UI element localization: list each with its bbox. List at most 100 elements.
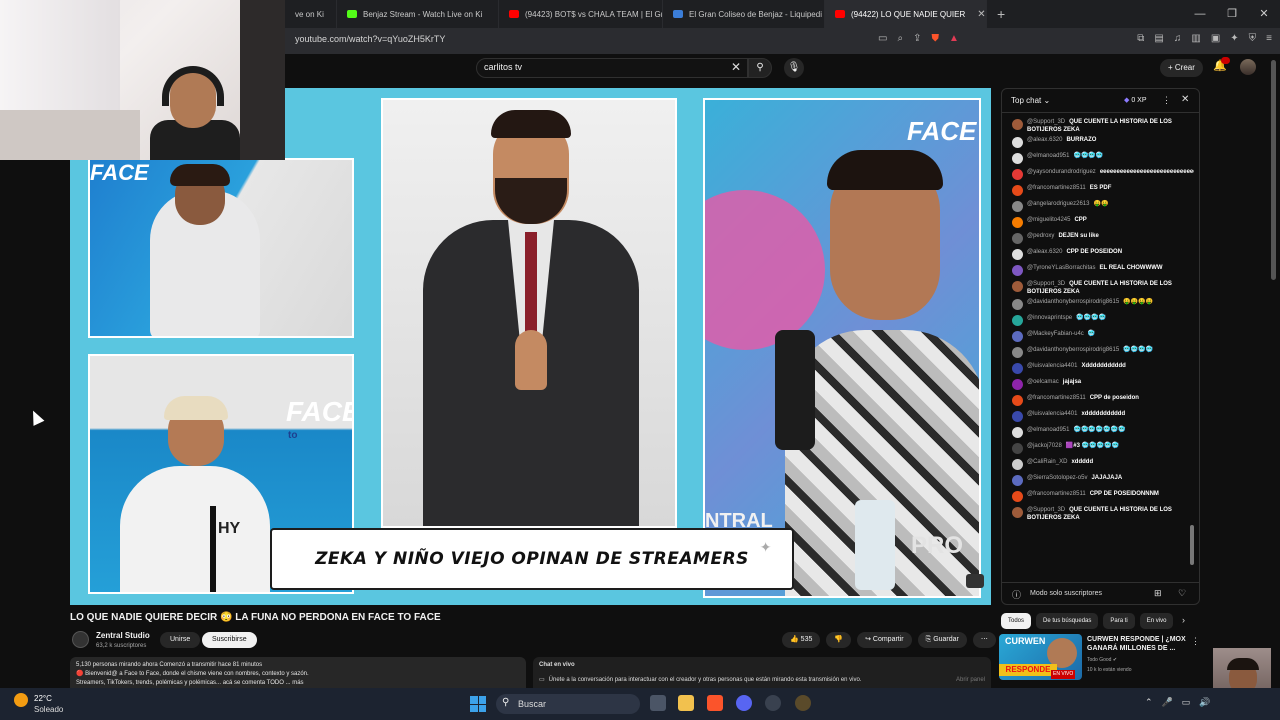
chevron-right-icon[interactable]: › xyxy=(1182,615,1185,625)
chat-message[interactable]: @davidanthonyberrospirodrig8615 🥶🥶🥶🥶 xyxy=(1002,345,1194,361)
emoji-panel-icon[interactable]: ⊞ xyxy=(1154,588,1162,599)
chat-author[interactable]: @CaliRain_XD xyxy=(1027,459,1067,465)
chat-author[interactable]: @oelcamac xyxy=(1027,379,1059,385)
sidebar-icon[interactable]: ▥ xyxy=(1191,33,1200,44)
search-input[interactable]: carlitos tv xyxy=(484,62,522,72)
browser-tab[interactable]: El Gran Coliseo de Benjaz - Liquipedi xyxy=(663,0,825,28)
reader-icon[interactable]: ▤ xyxy=(1154,33,1163,44)
chat-message[interactable]: @SierraSotolopez-o5v JAJAJAJA xyxy=(1002,473,1194,489)
chat-author[interactable]: @luisvalencia4401 xyxy=(1027,363,1077,369)
chat-author[interactable]: @miguelito4245 xyxy=(1027,217,1070,223)
browser-tab-active[interactable]: (94422) LO QUE NADIE QUIER ✕ xyxy=(825,0,987,28)
chat-author[interactable]: @Support_3D xyxy=(1027,507,1065,513)
chat-message[interactable]: @pedroxy DEJEN su like xyxy=(1002,231,1194,247)
chat-more-icon[interactable]: ⋮ xyxy=(1162,95,1171,106)
create-button[interactable]: + Crear xyxy=(1160,59,1203,77)
recommended-title[interactable]: CURWEN RESPONDE | ¿MOX GANARÁ MILLONES D… xyxy=(1087,635,1187,653)
chat-author[interactable]: @innovaprintspe xyxy=(1027,315,1072,321)
chat-avatar[interactable] xyxy=(1012,331,1023,342)
rewards-icon[interactable]: ▲ xyxy=(949,33,959,44)
new-tab-button[interactable]: + xyxy=(987,6,1015,22)
clear-search-icon[interactable]: ✕ xyxy=(731,60,741,74)
recommended-more-icon[interactable]: ⋮ xyxy=(1191,636,1200,647)
chat-author[interactable]: @Support_3D xyxy=(1027,119,1065,125)
chat-message[interactable]: @oelcamac jajajsa xyxy=(1002,377,1194,393)
chat-author[interactable]: @yaysondurandrodriguez xyxy=(1027,169,1096,175)
chat-avatar[interactable] xyxy=(1012,281,1023,292)
browser-tab[interactable]: Benjaz Stream - Watch Live on Ki xyxy=(337,0,499,28)
chat-message[interactable]: @francomartinez8511 CPP DE POSEIDONNNM xyxy=(1002,489,1194,505)
recommended-thumbnail[interactable]: CURWEN RESPONDE EN VIVO xyxy=(999,634,1082,680)
chat-author[interactable]: @aleax.6320 xyxy=(1027,137,1062,143)
microphone-icon[interactable]: 🎤 xyxy=(1162,697,1173,708)
dislike-button[interactable]: 👎 xyxy=(826,632,852,648)
like-button[interactable]: 👍 535 xyxy=(782,632,821,648)
chat-author[interactable]: @francomartinez8511 xyxy=(1027,491,1086,497)
chat-message[interactable]: @francomartinez8511 CPP de poseidon xyxy=(1002,393,1194,409)
share-icon[interactable]: ⇪ xyxy=(913,33,921,44)
chat-message[interactable]: @Support_3D QUE CUENTE LA HISTORIA DE LOS… xyxy=(1002,279,1194,297)
weather-temperature[interactable]: 22°C xyxy=(34,694,52,703)
brave-shield-icon[interactable]: ⛊ xyxy=(931,33,939,44)
channel-avatar[interactable] xyxy=(72,631,89,648)
extensions-icon[interactable]: ⧉ xyxy=(1137,33,1144,44)
chat-message[interactable]: @elmanoad951 🥶🥶🥶🥶🥶🥶🥶 xyxy=(1002,425,1194,441)
vpn-icon[interactable]: ⛨ xyxy=(1249,33,1257,44)
chat-avatar[interactable] xyxy=(1012,411,1023,422)
chat-avatar[interactable] xyxy=(1012,119,1023,130)
chat-author[interactable]: @davidanthonyberrospirodrig8615 xyxy=(1027,299,1119,305)
channel-name[interactable]: Zentral Studio xyxy=(96,631,150,640)
music-icon[interactable]: ♫ xyxy=(1174,33,1182,44)
chat-author[interactable]: @davidanthonyberrospirodrig8615 xyxy=(1027,347,1119,353)
chat-message[interactable]: @jackoj7028 🟪#3 🥶🥶🥶🥶🥶 xyxy=(1002,441,1194,457)
url-field[interactable]: youtube.com/watch?v=qYuoZH5KrTY xyxy=(295,34,445,44)
task-view-icon[interactable] xyxy=(650,695,666,711)
close-window-icon[interactable]: ✕ xyxy=(1248,0,1280,28)
chip-for-you[interactable]: Para ti xyxy=(1103,613,1135,629)
chat-author[interactable]: @angelarodriguez2613 xyxy=(1027,201,1089,207)
voice-search-button[interactable]: 🎙 xyxy=(784,58,804,78)
join-button[interactable]: Unirse xyxy=(160,632,201,648)
recommended-channel[interactable]: Todo Good ✔ xyxy=(1087,657,1117,663)
zoom-icon[interactable]: ⌕ xyxy=(897,33,903,44)
brave-browser-icon[interactable] xyxy=(707,695,723,711)
chat-author[interactable]: @SierraSotolopez-o5v xyxy=(1027,475,1087,481)
chat-avatar[interactable] xyxy=(1012,249,1023,260)
chat-avatar[interactable] xyxy=(1012,491,1023,502)
chat-avatar[interactable] xyxy=(1012,299,1023,310)
chat-avatar[interactable] xyxy=(1012,427,1023,438)
chat-message[interactable]: @davidanthonyberrospirodrig8615 🤑🤑🤑🤑 xyxy=(1002,297,1194,313)
windows-start-icon[interactable] xyxy=(470,696,486,712)
channel-watermark-icon[interactable] xyxy=(966,574,984,588)
chat-author[interactable]: @aleax.6320 xyxy=(1027,249,1062,255)
discord-icon[interactable] xyxy=(736,695,752,711)
restore-icon[interactable]: ❐ xyxy=(1216,0,1248,28)
chat-message[interactable]: @miguelito4245 CPP xyxy=(1002,215,1194,231)
chat-avatar[interactable] xyxy=(1012,443,1023,454)
chat-avatar[interactable] xyxy=(1012,137,1023,148)
chat-avatar[interactable] xyxy=(1012,315,1023,326)
chat-message[interactable]: @aleax.6320 CPP DE POSEIDON xyxy=(1002,247,1194,263)
chat-avatar[interactable] xyxy=(1012,217,1023,228)
chat-message[interactable]: @luisvalencia4401 xddddddddddd xyxy=(1002,409,1194,425)
chat-message[interactable]: @francomartinez8511 ES PDF xyxy=(1002,183,1194,199)
browser-tab[interactable]: ve on Ki xyxy=(285,0,337,28)
chat-mode-dropdown[interactable]: Top chat ⌄ xyxy=(1011,96,1050,105)
share-button[interactable]: ↪ Compartir xyxy=(857,632,912,648)
chat-avatar[interactable] xyxy=(1012,475,1023,486)
chat-author[interactable]: @elmanoad951 xyxy=(1027,153,1069,159)
chat-message[interactable]: @angelarodriguez2613 🤑🤑 xyxy=(1002,199,1194,215)
chat-message[interactable]: @elmanoad951 🥶🥶🥶🥶 xyxy=(1002,151,1194,167)
browser-tab[interactable]: (94423) BOT$ vs CHALA TEAM | El Gra xyxy=(499,0,663,28)
chat-messages[interactable]: @Support_3D QUE CUENTE LA HISTORIA DE LOS… xyxy=(1002,117,1194,577)
chat-author[interactable]: @luisvalencia4401 xyxy=(1027,411,1077,417)
chat-avatar[interactable] xyxy=(1012,185,1023,196)
close-tab-icon[interactable]: ✕ xyxy=(977,9,985,20)
menu-icon[interactable]: ≡ xyxy=(1266,33,1272,44)
chat-author[interactable]: @MackeyFabian-u4c xyxy=(1027,331,1084,337)
chat-author[interactable]: @elmanoad951 xyxy=(1027,427,1069,433)
account-avatar[interactable] xyxy=(1240,59,1256,75)
page-scrollbar[interactable] xyxy=(1271,60,1276,280)
cast-icon[interactable]: ▭ xyxy=(878,33,887,44)
chat-message[interactable]: @CaliRain_XD xddddd xyxy=(1002,457,1194,473)
